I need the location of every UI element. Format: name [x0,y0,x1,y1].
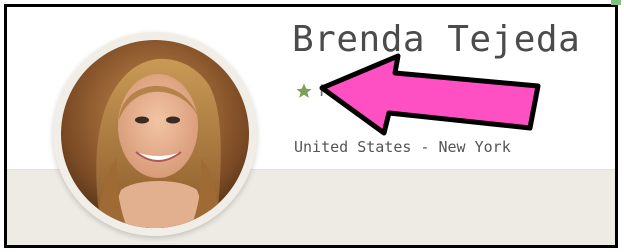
profile-card: Brenda Tejeda F United States - New York [4,4,618,248]
corner-indicator [611,0,621,5]
location-text: United States - New York [294,138,511,156]
profile-photo [61,40,249,228]
badge-text: F [319,81,329,100]
profile-name: Brenda Tejeda [292,19,581,60]
star-icon [296,83,312,98]
avatar[interactable] [53,32,257,236]
